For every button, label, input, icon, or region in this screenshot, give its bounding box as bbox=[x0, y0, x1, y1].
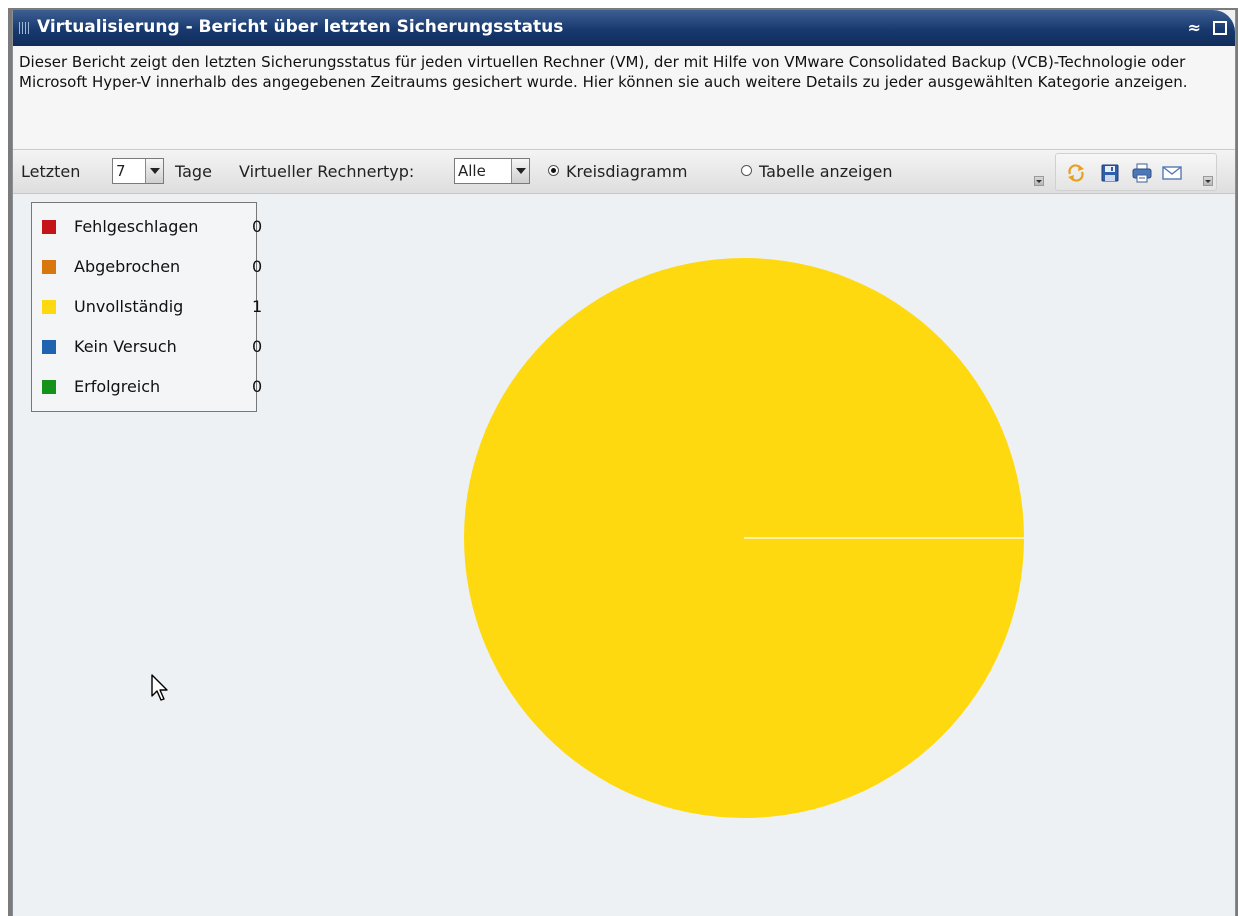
legend-item[interactable]: Kein Versuch 0 bbox=[42, 337, 262, 357]
legend-item[interactable]: Fehlgeschlagen 0 bbox=[42, 217, 262, 237]
legend-item[interactable]: Abgebrochen 0 bbox=[42, 257, 262, 277]
table-view-label[interactable]: Tabelle anzeigen bbox=[759, 162, 893, 181]
legend-item[interactable]: Unvollständig 1 bbox=[42, 297, 262, 317]
toolbar-overflow-icon[interactable] bbox=[1034, 176, 1044, 186]
legend-value: 0 bbox=[252, 377, 263, 396]
days-value: 7 bbox=[116, 162, 126, 180]
legend-swatch bbox=[42, 300, 56, 314]
vm-type-label: Virtueller Rechnertyp: bbox=[239, 162, 415, 181]
chevron-down-icon[interactable] bbox=[145, 159, 163, 183]
email-icon[interactable] bbox=[1162, 163, 1182, 183]
mouse-cursor-icon bbox=[151, 674, 168, 701]
maximize-icon[interactable] bbox=[1213, 21, 1227, 35]
vm-type-value: Alle bbox=[458, 162, 486, 180]
toolbar: Letzten 7 Tage Virtueller Rechnertyp: Al… bbox=[13, 150, 1235, 194]
chart-legend: Fehlgeschlagen 0 Abgebrochen 0 Unvollständig… bbox=[31, 202, 262, 412]
pie-chart-label[interactable]: Kreisdiagramm bbox=[566, 162, 687, 181]
legend-swatch bbox=[42, 380, 56, 394]
print-icon[interactable] bbox=[1132, 163, 1152, 183]
days-label: Tage bbox=[175, 162, 212, 181]
collapse-icon[interactable]: ≈ bbox=[1188, 18, 1201, 37]
table-view-radio[interactable] bbox=[741, 165, 752, 176]
last-label: Letzten bbox=[21, 162, 81, 181]
legend-label: Unvollständig bbox=[74, 297, 184, 316]
save-icon[interactable] bbox=[1100, 163, 1120, 183]
legend-value: 0 bbox=[252, 217, 263, 236]
legend-swatch bbox=[42, 260, 56, 274]
legend-label: Kein Versuch bbox=[74, 337, 177, 356]
drag-grip-icon[interactable] bbox=[19, 22, 30, 34]
legend-value: 1 bbox=[252, 297, 263, 316]
window-title: Virtualisierung - Bericht über letzten S… bbox=[37, 17, 564, 37]
title-bar: Virtualisierung - Bericht über letzten S… bbox=[13, 10, 1235, 46]
actions-overflow-icon[interactable] bbox=[1203, 176, 1213, 186]
pie-chart-radio[interactable] bbox=[548, 165, 559, 176]
legend-value: 0 bbox=[252, 337, 263, 356]
legend-label: Erfolgreich bbox=[74, 377, 161, 396]
legend-value: 0 bbox=[252, 257, 263, 276]
report-panel: Virtualisierung - Bericht über letzten S… bbox=[12, 10, 1236, 916]
legend-item[interactable]: Erfolgreich 0 bbox=[42, 377, 262, 397]
legend-swatch bbox=[42, 220, 56, 234]
chevron-down-icon[interactable] bbox=[511, 159, 529, 183]
action-icons bbox=[1055, 153, 1217, 191]
refresh-icon[interactable] bbox=[1066, 163, 1086, 183]
report-description: Dieser Bericht zeigt den letzten Sicheru… bbox=[13, 46, 1235, 150]
days-select[interactable]: 7 bbox=[112, 158, 164, 184]
legend-swatch bbox=[42, 340, 56, 354]
legend-label: Abgebrochen bbox=[74, 257, 181, 276]
vm-type-select[interactable]: Alle bbox=[454, 158, 530, 184]
legend-label: Fehlgeschlagen bbox=[74, 217, 199, 236]
